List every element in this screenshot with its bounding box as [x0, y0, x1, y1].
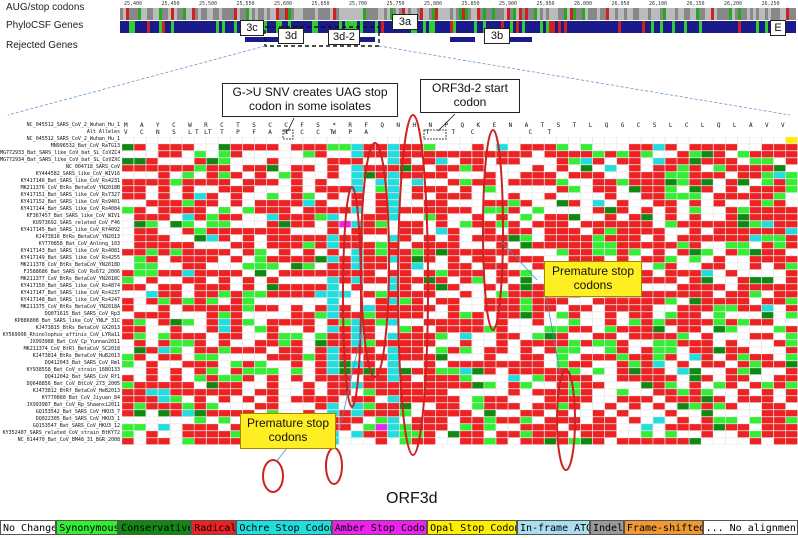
- color-legend: No Change Synonymous Conservative Radical Oc…: [0, 520, 798, 536]
- stop-oval-1: [360, 142, 390, 378]
- snv-marker-box: [282, 129, 294, 140]
- premature-stop-callout-left: Premature stop codons: [240, 413, 336, 449]
- legend-item: Radical: [191, 520, 237, 535]
- legend-item: Amber Stop Codon: [331, 520, 428, 535]
- legend-item: Opal Stop Codon: [427, 520, 517, 535]
- legend-item: ... No alignment: [702, 520, 798, 535]
- premature-stop-callout-right: Premature stop codons: [544, 261, 642, 297]
- start-codon-marker-box: [423, 129, 447, 140]
- legend-item: No Change: [0, 520, 57, 535]
- stop-oval-4: [482, 129, 504, 331]
- stop-oval-5: [556, 369, 576, 471]
- legend-item: Conservative: [118, 520, 192, 535]
- legend-item: In-frame ATG: [516, 520, 590, 535]
- highlight-annotations: [262, 113, 576, 493]
- stop-oval-6: [325, 447, 343, 485]
- legend-item: Ochre Stop Codon: [236, 520, 332, 535]
- legend-item: Frame-shifted: [623, 520, 703, 535]
- legend-item: Indel: [589, 520, 624, 535]
- stop-oval-7: [262, 459, 284, 493]
- orf3d-label: ORF3d: [386, 490, 438, 507]
- stop-oval-2: [397, 114, 429, 456]
- legend-item: Synonymous: [56, 520, 119, 535]
